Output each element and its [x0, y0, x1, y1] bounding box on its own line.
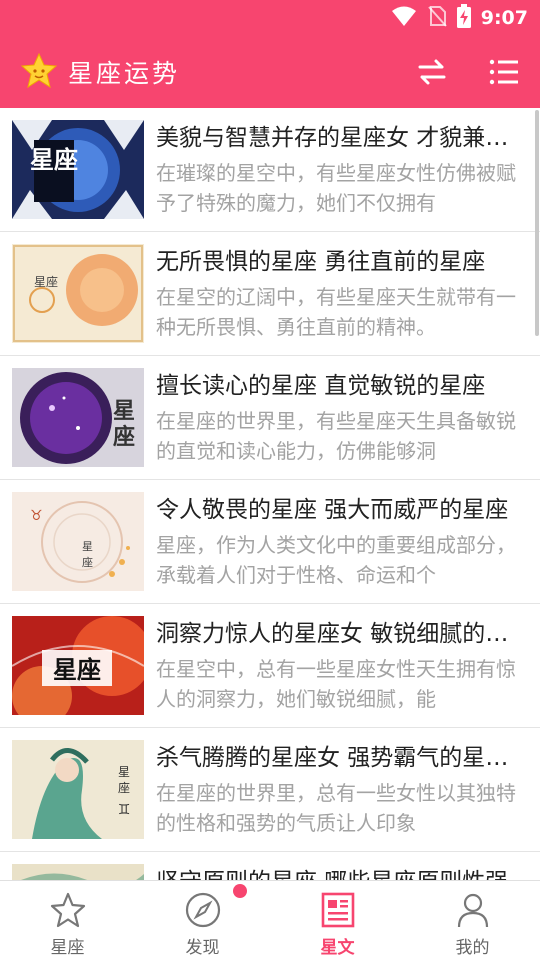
- article-title[interactable]: 坚守原则的星座 哪些星座原则性强: [156, 866, 528, 880]
- article-title[interactable]: 洞察力惊人的星座女 敏锐细腻的星座女: [156, 618, 528, 650]
- article-desc: 在星空的辽阔中，有些星座天生就带有一种无所畏惧、勇往直前的精神。: [156, 285, 516, 339]
- article-desc: 在星座的世界里，总有一些女性以其独特的性格和强势的气质让人印象: [156, 781, 516, 835]
- menu-button[interactable]: [486, 54, 522, 90]
- svg-text:♊: ♊: [118, 802, 131, 818]
- svg-text:座: 座: [118, 780, 130, 795]
- article-item[interactable]: 星座 无所畏惧的星座 勇往直前的星座 在星空的辽阔中，有些星座天生就带有一种无所…: [0, 232, 540, 356]
- article-list[interactable]: 星座 美貌与智慧并存的星座女 才貌兼备的星座女 在璀璨的星空中，有些星座女性仿佛…: [0, 108, 540, 880]
- nav-label: 我的: [455, 938, 490, 958]
- article-thumbnail: 星 座: [12, 368, 144, 467]
- person-icon: [454, 891, 492, 929]
- switch-button[interactable]: [414, 54, 450, 90]
- svg-text:星座: 星座: [34, 274, 58, 289]
- app-bar: 星座运势: [0, 36, 540, 108]
- svg-text:座: 座: [113, 424, 135, 450]
- article-item[interactable]: 星座 美貌与智慧并存的星座女 才貌兼备的星座女 在璀璨的星空中，有些星座女性仿佛…: [0, 108, 540, 232]
- article-item[interactable]: 星 座 擅长读心的星座 直觉敏锐的星座 在星座的世界里，有些星座天生具备敏锐的直…: [0, 356, 540, 480]
- nav-item-mine[interactable]: 我的: [405, 881, 540, 960]
- no-sim-icon: [427, 5, 447, 31]
- article-desc: 在星空中，总有一些星座女性天生拥有惊人的洞察力，她们敏锐细腻，能: [156, 657, 516, 711]
- article-title[interactable]: 令人敬畏的星座 强大而威严的星座: [156, 494, 528, 526]
- star-logo-icon: [20, 52, 58, 90]
- article-desc: 星座，作为人类文化中的重要组成部分，承载着人们对于性格、命运和个: [156, 533, 516, 587]
- app-title: 星座运势: [68, 59, 181, 88]
- article-icon: [319, 891, 357, 929]
- article-thumbnail: 星 座 ♊: [12, 740, 144, 839]
- article-thumbnail: 星座: [12, 616, 144, 715]
- nav-item-constellation[interactable]: 星座: [0, 881, 135, 960]
- article-title[interactable]: 无所畏惧的星座 勇往直前的星座: [156, 246, 528, 278]
- thumb-text: 星座: [30, 146, 78, 174]
- svg-text:星: 星: [82, 540, 93, 553]
- svg-text:座: 座: [82, 555, 93, 569]
- bottom-nav: 星座 发现 星文 我的: [0, 880, 540, 960]
- article-title[interactable]: 擅长读心的星座 直觉敏锐的星座: [156, 370, 528, 402]
- star-icon: [49, 891, 87, 929]
- article-thumbnail: 星座: [12, 244, 144, 343]
- article-thumbnail: ♉ 星 座: [12, 492, 144, 591]
- article-item[interactable]: 星 座 ♊ 杀气腾腾的星座女 强势霸气的星座女 在星座的世界里，总有一些女性以其…: [0, 728, 540, 852]
- battery-charging-icon: [456, 4, 471, 32]
- nav-label: 发现: [185, 938, 220, 958]
- article-desc: 在星座的世界里，有些星座天生具备敏锐的直觉和读心能力，仿佛能够洞: [156, 409, 516, 463]
- article-desc: 在璀璨的星空中，有些星座女性仿佛被赋予了特殊的魔力，她们不仅拥有: [156, 161, 516, 215]
- article-item[interactable]: 坚守原则的星座 哪些星座原则性强: [0, 852, 540, 880]
- list-scrollbar[interactable]: [535, 110, 539, 336]
- article-title[interactable]: 杀气腾腾的星座女 强势霸气的星座女: [156, 742, 528, 774]
- article-title[interactable]: 美貌与智慧并存的星座女 才貌兼备的星座女: [156, 122, 528, 154]
- list-menu-icon: [489, 59, 518, 85]
- nav-item-articles[interactable]: 星文: [270, 881, 405, 960]
- article-thumbnail: 星座: [12, 120, 144, 219]
- article-item[interactable]: ♉ 星 座 令人敬畏的星座 强大而威严的星座 星座，作为人类文化中的重要组成部分…: [0, 480, 540, 604]
- nav-label: 星文: [320, 938, 355, 958]
- svg-text:♉: ♉: [30, 508, 43, 524]
- notification-badge: [233, 884, 247, 898]
- article-thumbnail: [12, 864, 144, 880]
- svg-text:星: 星: [118, 765, 130, 779]
- nav-item-discover[interactable]: 发现: [135, 881, 270, 960]
- compass-icon: [184, 891, 222, 929]
- svg-text:星座: 星座: [53, 656, 101, 684]
- status-bar: 9:07: [0, 0, 540, 36]
- wifi-icon: [391, 5, 417, 31]
- svg-text:星: 星: [113, 399, 135, 424]
- swap-arrows-icon: [418, 59, 446, 85]
- article-item[interactable]: 星座 洞察力惊人的星座女 敏锐细腻的星座女 在星空中，总有一些星座女性天生拥有惊…: [0, 604, 540, 728]
- nav-label: 星座: [50, 938, 85, 958]
- status-icons: 9:07: [391, 4, 528, 32]
- status-time: 9:07: [480, 7, 528, 29]
